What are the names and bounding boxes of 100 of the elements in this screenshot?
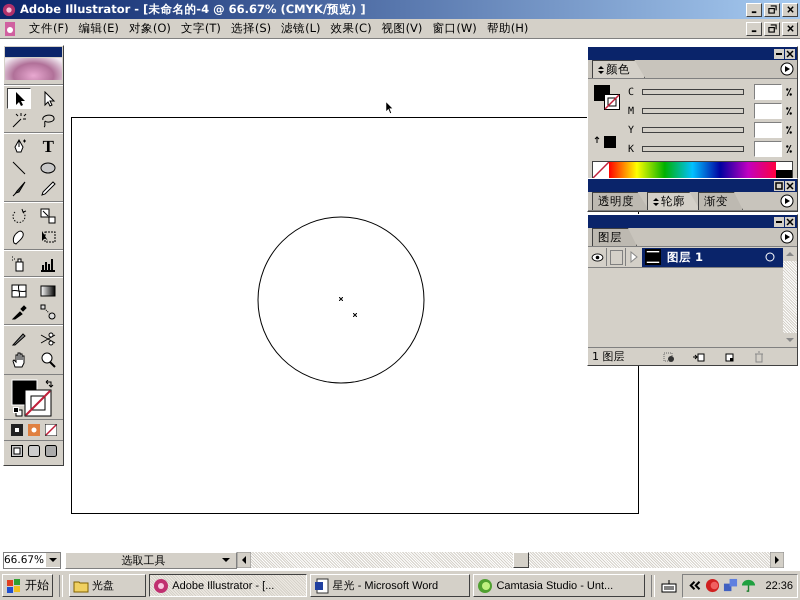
restore-icon: [768, 5, 776, 14]
keyboard-icon[interactable]: [661, 578, 678, 594]
screen-mode-icon[interactable]: [10, 445, 22, 457]
ellipse-icon: [40, 160, 56, 176]
menu-item[interactable]: 对象(O): [124, 21, 176, 36]
menu-item[interactable]: 编辑(E): [74, 21, 124, 36]
menu-item[interactable]: 选择(S): [226, 21, 276, 36]
slider-track[interactable]: [642, 108, 744, 114]
menu-item[interactable]: 帮助(H): [482, 21, 534, 36]
taskbar-button[interactable]: 星光 - Microsoft Word: [310, 574, 470, 597]
free-transform-icon: [40, 228, 56, 244]
percent-field[interactable]: [754, 122, 782, 138]
panel-menu-button[interactable]: [780, 230, 794, 244]
document-icon[interactable]: [2, 20, 18, 36]
network-icon[interactable]: [723, 578, 738, 593]
percent-sign-icon: [786, 145, 792, 153]
layer-row[interactable]: 图层 1: [642, 248, 783, 266]
gradient-mode-icon[interactable]: [28, 424, 40, 436]
expand-triangle-icon[interactable]: [630, 251, 638, 263]
start-button[interactable]: 开始: [2, 574, 53, 597]
taskbar-button[interactable]: 光盘: [69, 574, 146, 597]
layers-tab[interactable]: 图层: [592, 228, 637, 246]
restore-button[interactable]: [764, 2, 780, 16]
screen-mode-icon[interactable]: [28, 445, 40, 457]
channel-label: M: [628, 106, 636, 116]
default-color-swatches[interactable]: [776, 162, 792, 178]
up-down-arrows-icon: [598, 66, 604, 74]
scale-icon: [40, 208, 56, 224]
close-button[interactable]: [782, 22, 798, 36]
swap-arrow-icon[interactable]: [44, 380, 54, 390]
scroll-left-button[interactable]: [237, 552, 251, 568]
slider-track[interactable]: [642, 127, 744, 133]
window-title: Adobe Illustrator - [未命名的-4 @ 66.67% (CMYK/预览) ]: [20, 2, 366, 17]
color-mode-icon[interactable]: [10, 424, 22, 436]
percent-field[interactable]: [754, 141, 782, 157]
new-sublayer-icon[interactable]: [692, 350, 704, 362]
clock: 22:36: [765, 580, 794, 592]
slider-track[interactable]: [642, 89, 744, 95]
fill-stroke-swatches[interactable]: [11, 379, 53, 417]
close-icon[interactable]: [785, 216, 795, 226]
lock-toggle[interactable]: [607, 248, 626, 266]
restore-button[interactable]: [764, 22, 780, 36]
circle-shape[interactable]: [256, 215, 426, 385]
gradient-icon: [40, 282, 56, 298]
minimize-icon[interactable]: [774, 216, 784, 226]
taskbar-button[interactable]: Adobe Illustrator - [...: [149, 574, 307, 597]
maximize-icon[interactable]: [774, 180, 784, 190]
zoom-field[interactable]: 66.67%: [3, 552, 61, 568]
percent-sign-icon: [786, 126, 792, 134]
fill-stroke-swatches[interactable]: [594, 85, 621, 111]
minimize-button[interactable]: [746, 22, 762, 36]
panel-menu-button[interactable]: [780, 194, 794, 208]
minimize-icon[interactable]: [774, 48, 784, 58]
panel-tab[interactable]: 透明度: [592, 192, 649, 210]
menu-item[interactable]: 窗口(W): [427, 21, 482, 36]
line-icon: [10, 160, 27, 176]
menu-item[interactable]: 文字(T): [176, 21, 226, 36]
menu-item[interactable]: 文件(F): [24, 21, 74, 36]
new-layer-icon[interactable]: [722, 350, 734, 362]
palette-title-bar[interactable]: [588, 179, 797, 192]
panel-tab[interactable]: 轮廓: [647, 192, 700, 210]
panel-menu-button[interactable]: [780, 62, 794, 76]
none-mode-icon[interactable]: [44, 424, 56, 436]
color-tab[interactable]: 颜色: [592, 60, 645, 78]
none-swatch[interactable]: [593, 162, 609, 178]
slider-track[interactable]: [642, 146, 744, 152]
minimize-button[interactable]: [746, 2, 762, 16]
default-colors-icon[interactable]: [13, 407, 23, 417]
chevron-icon[interactable]: [687, 578, 702, 593]
scroll-right-button[interactable]: [770, 552, 784, 568]
palette-title-bar[interactable]: [588, 47, 797, 60]
menu-item[interactable]: 滤镜(L): [276, 21, 326, 36]
make-clipping-mask-icon[interactable]: [662, 350, 674, 362]
channel-label: Y: [628, 124, 636, 136]
screen-mode-icon[interactable]: [44, 445, 56, 457]
lasso-icon: [40, 112, 56, 128]
panel-tab[interactable]: 渐变: [698, 192, 743, 210]
type-tool-button[interactable]: T: [36, 136, 60, 157]
ball-icon[interactable]: [705, 578, 720, 593]
pencil-icon: [40, 180, 56, 196]
menu-item[interactable]: 视图(V): [376, 21, 428, 36]
taskbar-button[interactable]: Camtasia Studio - Unt...: [473, 574, 646, 597]
selection-tool-button[interactable]: [6, 88, 31, 109]
last-color-swatch[interactable]: [594, 135, 618, 149]
channel-label: K: [628, 144, 636, 154]
scroll-thumb[interactable]: [513, 552, 529, 568]
channel-label: C: [628, 86, 636, 98]
close-icon[interactable]: [785, 180, 795, 190]
umbrella-icon[interactable]: [741, 578, 756, 593]
percent-field[interactable]: [754, 84, 782, 100]
layer-thumbnail: [645, 249, 661, 265]
menu-item[interactable]: 效果(C): [326, 21, 377, 36]
close-button[interactable]: [782, 2, 798, 16]
color-spectrum[interactable]: [609, 162, 776, 178]
percent-field[interactable]: [754, 103, 782, 119]
palette-title-bar[interactable]: [588, 215, 797, 228]
percent-sign-icon: [786, 88, 792, 96]
horizontal-scrollbar[interactable]: [251, 552, 770, 568]
close-icon[interactable]: [785, 48, 795, 58]
target-circle-icon[interactable]: [765, 252, 775, 262]
